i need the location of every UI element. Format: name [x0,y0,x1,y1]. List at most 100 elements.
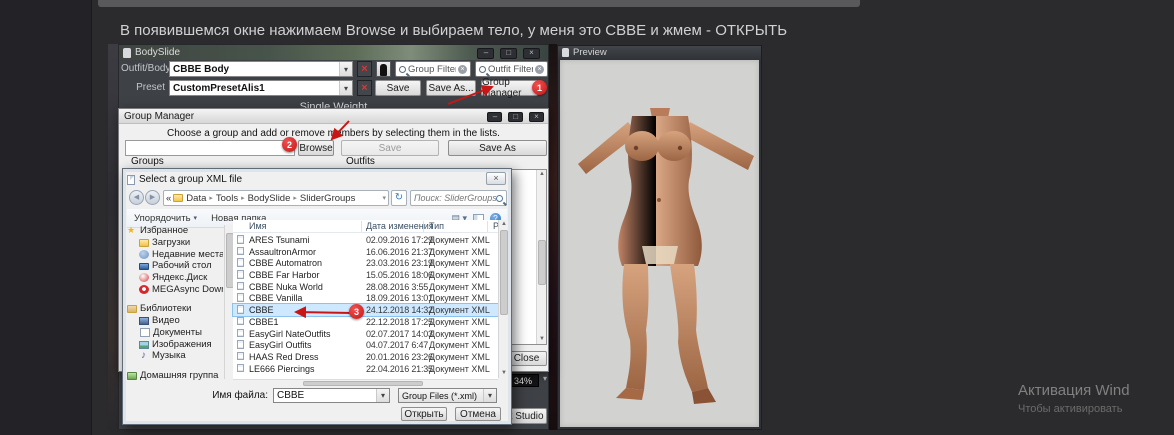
clear-filter-icon[interactable]: × [535,65,544,74]
search-icon [496,195,503,202]
nav-item-libraries[interactable]: Библиотеки [127,303,223,315]
gm-save-as-button[interactable]: Save As [448,140,547,156]
column-divider[interactable] [487,221,488,232]
outfit-body-label: Outfit/Body [121,63,165,74]
close-icon[interactable]: × [523,48,540,59]
nav-item-yandex-disk[interactable]: Яндекс.Диск [127,272,223,284]
gm-save-button[interactable]: Save [341,140,439,156]
nav-item-documents[interactable]: Документы [127,327,223,339]
preview-window: Preview [557,45,762,430]
horizontal-scrollbar[interactable] [233,379,498,387]
nav-item-pictures[interactable]: Изображения [127,338,223,350]
column-header-0[interactable]: Имя [249,221,267,231]
file-row[interactable]: CBBE Automatron23.03.2016 23:19Документ … [233,257,498,269]
scrollbar-thumb[interactable] [538,240,546,285]
filetype-value: Group Files (*.xml) [399,391,483,401]
column-divider[interactable] [361,221,362,232]
breadcrumb-item[interactable]: BodySlide [247,193,292,204]
save-as-button[interactable]: Save As... [426,80,476,96]
breadcrumb[interactable]: « Data▸Tools▸BodySlide▸SliderGroups ▾ [163,190,389,206]
scroll-down-icon[interactable]: ▼ [537,335,547,344]
file-row[interactable]: CBBE24.12.2018 14:32Документ XML [233,304,498,316]
nav-item-video[interactable]: Видео [127,315,223,327]
group-manager-titlebar[interactable]: Group Manager – □ × [119,109,548,124]
file-row[interactable]: CBBE Far Harbor15.05.2016 18:06Документ … [233,269,498,281]
file-row[interactable]: CBBE Vanilla18.09.2016 13:01Документ XML [233,292,498,304]
tutorial-instruction-text: В появившемся окне нажимаем Browse и выб… [120,22,787,39]
breadcrumb-item[interactable]: Tools [215,193,239,204]
dialog-titlebar[interactable]: Select a group XML file [127,172,507,187]
file-date: 02.09.2016 17:29 [366,235,433,245]
preview-viewport[interactable] [560,60,759,427]
clear-filter-icon[interactable]: × [458,65,467,74]
group-file-input[interactable] [125,140,295,156]
preview-body-button[interactable] [376,61,391,77]
page-top-scrollbar[interactable] [98,0,860,7]
scroll-up-icon[interactable]: ▲ [499,220,509,229]
forward-icon[interactable]: ▶ [145,190,160,205]
nav-item-label: MEGAsync Down [152,284,223,295]
scrollbar-thumb[interactable] [500,230,508,315]
file-row[interactable]: ARES Tsunami02.09.2016 17:29Документ XML [233,234,498,246]
nav-item-megasync[interactable]: MEGAsync Down [127,283,223,295]
scrollbar-thumb[interactable] [303,381,423,386]
maximize-icon[interactable]: □ [500,48,517,59]
minimize-icon[interactable]: – [487,112,502,122]
file-row[interactable]: CBBE Nuka World28.08.2016 3:55Документ X… [233,281,498,293]
delete-preset-button[interactable]: × [357,80,372,96]
breadcrumb-item[interactable]: SliderGroups [299,193,356,204]
chevron-down-icon[interactable]: ▾ [543,374,547,383]
outfit-filter-input[interactable]: Outfit Filter × [475,61,548,77]
file-row[interactable]: LE666 Piercings22.04.2016 21:35Документ … [233,363,498,375]
open-button[interactable]: Открыть [401,407,447,421]
nav-item-label: Рабочий стол [152,260,212,271]
nav-item-recent-places[interactable]: Недавние места [127,248,223,260]
file-row[interactable]: HAAS Red Dress20.01.2016 23:26Документ X… [233,351,498,363]
column-header-2[interactable]: Тип [429,221,444,231]
minimize-icon[interactable]: – [477,48,494,59]
close-icon[interactable]: × [486,172,506,185]
file-type: Документ XML [429,329,490,339]
organize-menu[interactable]: Упорядочить ▾ [127,213,204,224]
scroll-down-icon[interactable]: ▼ [499,369,509,378]
chevron-down-icon: ▾ [339,62,352,76]
refresh-icon[interactable]: ↻ [391,190,407,206]
file-row[interactable]: EasyGirl Outfits04.07.2017 6:47Документ … [233,339,498,351]
file-row[interactable]: AssaultronArmor16.06.2016 21:37Документ … [233,246,498,258]
cancel-button[interactable]: Отмена [455,407,501,421]
nav-item-label: Избранное [140,225,188,236]
file-name: CBBE [249,305,274,315]
preview-titlebar[interactable]: Preview [558,46,761,59]
preset-label: Preset [121,82,165,93]
nav-item-homegroup[interactable]: Домашняя группа [127,370,223,382]
nav-item-star[interactable]: Избранное [127,225,223,237]
filetype-dropdown[interactable]: Group Files (*.xml) ▾ [398,388,497,403]
back-icon[interactable]: ◀ [129,190,144,205]
chevron-down-icon[interactable]: ▾ [382,194,386,202]
group-manager-button[interactable]: Group Manager [481,80,538,96]
nav-item-desktop[interactable]: Рабочий стол [127,260,223,272]
file-list-scrollbar[interactable]: ▲ ▼ [498,220,508,378]
maximize-icon[interactable]: □ [508,112,523,122]
scroll-up-icon[interactable]: ▲ [537,170,547,179]
browse-button[interactable]: Browse [298,140,334,156]
column-header-1[interactable]: Дата изменения [366,221,434,231]
group-filter-input[interactable]: Group Filter × [395,61,471,77]
save-button[interactable]: Save [375,80,421,96]
preset-dropdown[interactable]: CustomPresetAlis1 ▾ [169,80,353,96]
outfit-dropdown[interactable]: CBBE Body ▾ [169,61,353,77]
close-icon[interactable]: × [529,112,544,122]
nav-item-music[interactable]: Музыка [127,350,223,362]
bodyslide-titlebar[interactable]: BodySlide – □ × [119,45,548,60]
file-row[interactable]: CBBE122.12.2018 17:25Документ XML [233,316,498,328]
outfits-scrollbar[interactable]: ▲ ▼ [536,170,546,344]
file-row[interactable]: EasyGirl NateOutfits02.07.2017 14:03Доку… [233,328,498,340]
xml-doc-icon [237,340,244,349]
delete-outfit-button[interactable]: × [357,61,372,77]
filename-input[interactable]: CBBE ▾ [273,388,390,403]
nav-item-folder[interactable]: Загрузки [127,237,223,249]
gm-close-button[interactable]: Close [506,351,547,366]
breadcrumb-item[interactable]: Data [185,193,207,204]
dialog-nav-pane: ИзбранноеЗагрузкиНедавние местаРабочий с… [127,225,223,381]
dialog-search-input[interactable]: Поиск: SliderGroups [410,190,507,206]
